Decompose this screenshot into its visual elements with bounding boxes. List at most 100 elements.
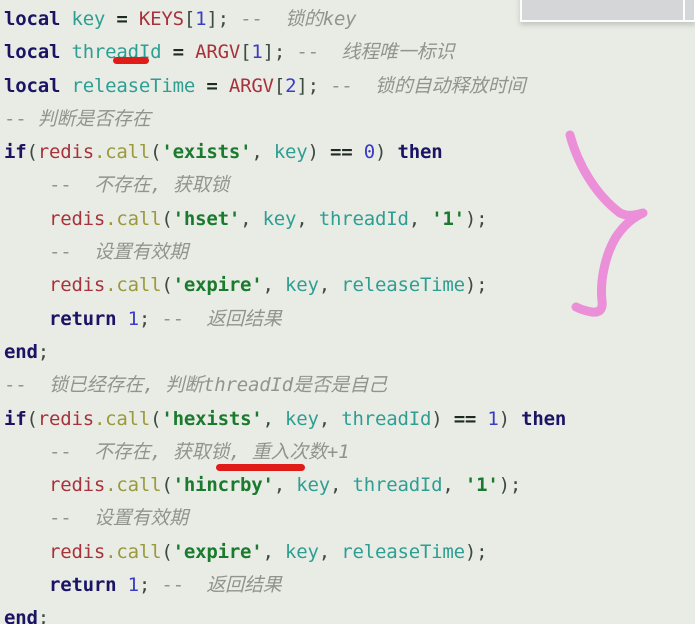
token-string-expire: 'expire' [172,274,263,297]
comment-dashes: -- [4,107,27,130]
code-line-19[interactable]: end; [0,602,695,624]
code-line-17[interactable]: redis.call('expire', key, releaseTime); [0,536,695,569]
token-rparen: ) [464,540,477,563]
token-semicolon: ; [509,474,522,497]
token-string-hexists: 'hexists' [161,407,263,430]
comment-line-8: 设置有效期 [93,241,188,264]
code-editor[interactable]: local key = KEYS[1]; -- 锁的key local thre… [0,0,695,624]
code-line-6[interactable]: -- 不存在, 获取锁 [0,169,695,202]
token-semicolon: ; [307,74,319,97]
code-line-15[interactable]: redis.call('hincrby', key, threadId, '1'… [0,469,695,502]
token-num-1: 1 [251,41,263,64]
token-lparen: ( [161,207,173,230]
token-lparen: ( [161,540,173,563]
code-line-18[interactable]: return 1; -- 返回结果 [0,569,695,602]
code-line-9[interactable]: redis.call('expire', key, releaseTime); [0,269,695,302]
code-line-13[interactable]: if(redis.call('hexists', key, threadId) … [0,403,695,436]
token-var-threadid: threadId [318,207,409,230]
token-keyword-then: then [521,407,567,430]
code-line-4[interactable]: -- 判断是否存在 [0,103,695,136]
token-semicolon: ; [138,307,151,330]
token-keyword-local: local [4,74,61,97]
token-comma: , [240,207,252,230]
token-var-key: key [285,540,319,563]
code-screenshot: local key = KEYS[1]; -- 锁的key local thre… [0,0,695,624]
token-method-call: .call [93,407,151,430]
token-var-key: key [273,141,308,164]
token-comma: , [318,274,331,297]
code-line-5[interactable]: if(redis.call('exists', key) == 0) then [0,136,695,169]
comment-dashes: -- [48,241,72,264]
comment-dashes: -- [240,8,263,30]
token-method-call: .call [93,141,151,164]
token-string-hincrby: 'hincrby' [172,474,274,497]
red-underline-hincrby [216,464,305,471]
token-global-keys: KEYS [138,8,184,30]
comment-dashes: -- [296,41,319,64]
comment-line-16: 设置有效期 [93,507,188,530]
comment-line-6: 不存在, 获取锁 [93,174,230,197]
code-line-16[interactable]: -- 设置有效期 [0,502,695,535]
code-line-14[interactable]: -- 不存在, 获取锁, 重入次数+1 [0,436,695,469]
token-rparen: ) [464,274,477,297]
toolbar-divider [683,0,685,20]
token-comma: , [251,141,263,164]
token-lbracket: [ [183,8,196,30]
token-semicolon: ; [476,207,488,230]
comment-dashes: -- [161,574,184,597]
token-comma: , [408,207,420,230]
token-var-releasetime: releaseTime [341,274,465,297]
token-method-call: .call [105,474,162,497]
overlay-toolbar-panel[interactable] [520,0,695,22]
token-lparen: ( [161,474,173,497]
token-global-redis: redis [48,474,106,497]
code-line-10[interactable]: return 1; -- 返回结果 [0,303,695,336]
token-lparen: ( [26,407,38,430]
token-var-key: key [296,474,330,497]
token-num-1: 1 [127,307,139,330]
token-rbracket: ] [262,41,274,64]
token-rbracket: ] [206,8,218,30]
comment-line-10: 返回结果 [206,307,282,330]
token-equality: == [330,141,353,164]
comment-dashes: -- [4,374,27,397]
token-semicolon: ; [217,8,229,30]
token-var-key: key [285,407,319,430]
token-method-call: .call [105,274,162,297]
token-assign: = [172,41,184,64]
code-line-11[interactable]: end; [0,336,695,369]
token-var-releasetime: releaseTime [71,74,196,97]
comment-line-4: 判断是否存在 [37,107,151,130]
token-comma: , [442,474,454,497]
token-comma: , [262,407,274,430]
code-line-8[interactable]: -- 设置有效期 [0,236,695,269]
token-string-expire: 'expire' [172,540,263,563]
token-var-releasetime: releaseTime [341,540,465,563]
comment-line-18: 返回结果 [206,574,282,597]
token-rparen: ) [307,141,319,164]
token-semicolon: ; [476,540,488,563]
code-line-3[interactable]: local releaseTime = ARGV[2]; -- 锁的自动释放时间 [0,70,695,103]
comment-dashes: -- [48,174,72,197]
comment-line-1: 锁的key [285,8,357,30]
token-lparen: ( [161,274,173,297]
code-line-2[interactable]: local threadId = ARGV[1]; -- 线程唯一标识 [0,36,695,69]
token-semicolon: ; [37,340,49,363]
token-method-call: .call [105,207,162,230]
token-assign: = [206,74,218,97]
token-comma: , [262,540,274,563]
token-num-1: 1 [127,574,139,597]
code-line-12[interactable]: -- 锁已经存在, 判断threadId是否是自己 [0,369,695,402]
token-var-key: key [71,8,106,30]
token-num-1: 1 [487,407,499,430]
token-global-redis: redis [37,141,94,164]
code-line-7[interactable]: redis.call('hset', key, threadId, '1'); [0,203,695,236]
token-keyword-if: if [4,407,27,430]
token-assign: = [116,8,128,30]
comment-dashes: -- [161,307,184,330]
token-method-call: .call [105,540,162,563]
comment-dashes: -- [48,507,72,530]
token-keyword-return: return [48,574,117,597]
comment-line-3: 锁的自动释放时间 [375,74,526,97]
token-rparen: ) [498,407,510,430]
